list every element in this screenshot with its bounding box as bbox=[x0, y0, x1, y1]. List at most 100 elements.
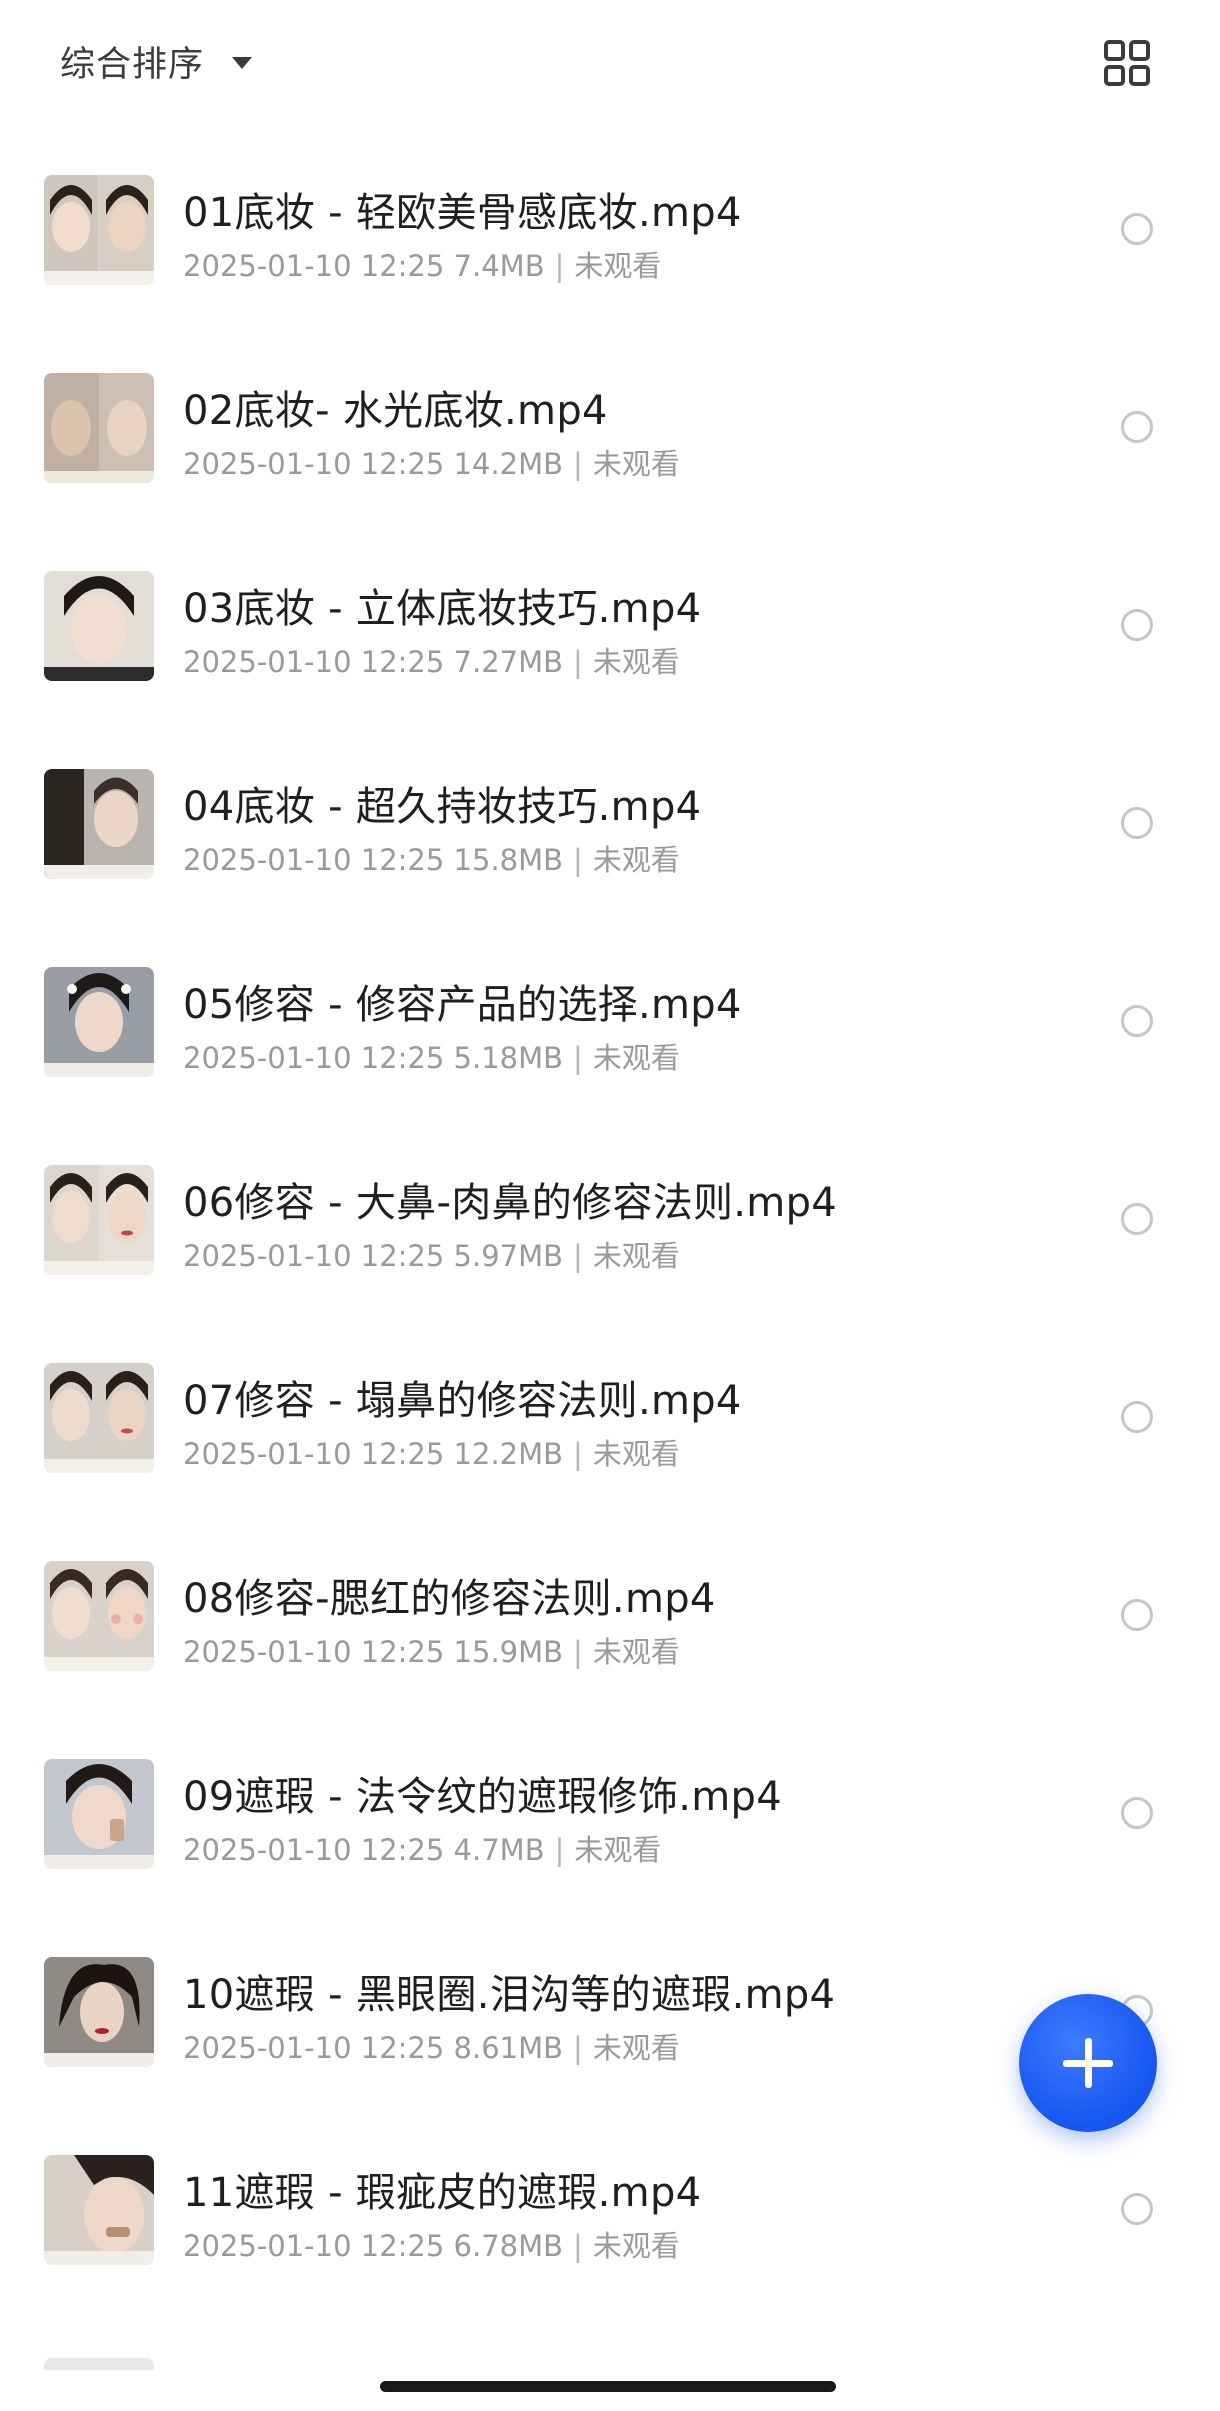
meta-divider: | bbox=[573, 1239, 583, 1273]
file-size: 7.27MB bbox=[453, 645, 564, 679]
video-thumbnail bbox=[44, 967, 154, 1077]
video-thumbnail bbox=[44, 1957, 154, 2067]
file-name: 09遮瑕 - 法令纹的遮瑕修饰.mp4 bbox=[183, 1774, 782, 1820]
meta-divider: | bbox=[573, 1041, 583, 1075]
list-item[interactable]: 08修容-腮红的修容法则.mp4 2025-01-10 12:25 15.9MB… bbox=[0, 1549, 1220, 1747]
list-item[interactable]: 04底妆 - 超久持妆技巧.mp4 2025-01-10 12:25 15.8M… bbox=[0, 757, 1220, 955]
file-date: 2025-01-10 12:25 bbox=[183, 249, 445, 283]
file-size: 15.8MB bbox=[453, 843, 564, 877]
file-meta: 2025-01-10 12:25 12.2MB | 未观看 bbox=[183, 1431, 680, 1473]
watch-status: 未观看 bbox=[592, 2229, 680, 2263]
list-item[interactable]: 11遮瑕 - 瑕疵皮的遮瑕.mp4 2025-01-10 12:25 6.78M… bbox=[0, 2143, 1220, 2341]
file-name: 10遮瑕 - 黑眼圈.泪沟等的遮瑕.mp4 bbox=[183, 1972, 836, 2018]
select-radio[interactable] bbox=[1121, 807, 1153, 839]
file-size: 14.2MB bbox=[453, 447, 564, 481]
meta-divider: | bbox=[554, 1833, 565, 1867]
caret-down-icon bbox=[232, 57, 253, 69]
file-size: 4.7MB bbox=[453, 1833, 545, 1867]
meta-divider: | bbox=[573, 645, 583, 679]
file-date: 2025-01-10 12:25 bbox=[183, 1239, 445, 1273]
file-name: 05修容 - 修容产品的选择.mp4 bbox=[183, 982, 742, 1028]
video-thumbnail bbox=[44, 769, 154, 879]
video-thumbnail bbox=[44, 373, 154, 483]
file-meta: 2025-01-10 12:25 15.8MB | 未观看 bbox=[183, 837, 680, 879]
file-meta: 2025-01-10 12:25 8.61MB | 未观看 bbox=[183, 2025, 680, 2067]
watch-status: 未观看 bbox=[592, 2031, 680, 2065]
select-radio[interactable] bbox=[1121, 2193, 1153, 2225]
list-item[interactable]: 09遮瑕 - 法令纹的遮瑕修饰.mp4 2025-01-10 12:25 4.7… bbox=[0, 1747, 1220, 1945]
list-item[interactable]: 05修容 - 修容产品的选择.mp4 2025-01-10 12:25 5.18… bbox=[0, 955, 1220, 1153]
meta-divider: | bbox=[573, 447, 583, 481]
file-date: 2025-01-10 12:25 bbox=[183, 2031, 445, 2065]
watch-status: 未观看 bbox=[592, 843, 680, 877]
file-meta: 2025-01-10 12:25 14.2MB | 未观看 bbox=[183, 441, 680, 483]
file-size: 8.61MB bbox=[453, 2031, 564, 2065]
list-item[interactable]: 03底妆 - 立体底妆技巧.mp4 2025-01-10 12:25 7.27M… bbox=[0, 559, 1220, 757]
select-radio[interactable] bbox=[1121, 1203, 1153, 1235]
file-size: 7.4MB bbox=[453, 249, 545, 283]
list-item[interactable]: 02底妆- 水光底妆.mp4 2025-01-10 12:25 14.2MB | 未… bbox=[0, 361, 1220, 559]
file-date: 2025-01-10 12:25 bbox=[183, 1041, 445, 1075]
top-bar: 综合排序 bbox=[0, 0, 1220, 120]
watch-status: 未观看 bbox=[592, 1437, 680, 1471]
watch-status: 未观看 bbox=[592, 645, 680, 679]
file-name: 11遮瑕 - 瑕疵皮的遮瑕.mp4 bbox=[183, 2170, 702, 2216]
list-item[interactable]: 01底妆 - 轻欧美骨感底妆.mp4 2025-01-10 12:25 7.4M… bbox=[0, 163, 1220, 361]
home-indicator[interactable] bbox=[380, 2381, 836, 2392]
video-thumbnail bbox=[44, 1561, 154, 1671]
file-meta: 2025-01-10 12:25 5.97MB | 未观看 bbox=[183, 1233, 680, 1275]
select-radio[interactable] bbox=[1121, 213, 1153, 245]
list-item[interactable]: 06修容 - 大鼻-肉鼻的修容法则.mp4 2025-01-10 12:25 5… bbox=[0, 1153, 1220, 1351]
file-meta: 2025-01-10 12:25 6.78MB | 未观看 bbox=[183, 2223, 680, 2265]
sort-dropdown-button[interactable]: 综合排序 bbox=[60, 36, 253, 86]
file-size: 5.97MB bbox=[453, 1239, 564, 1273]
watch-status: 未观看 bbox=[574, 249, 662, 283]
file-date: 2025-01-10 12:25 bbox=[183, 447, 445, 481]
file-size: 5.18MB bbox=[453, 1041, 564, 1075]
list-item[interactable]: 07修容 - 塌鼻的修容法则.mp4 2025-01-10 12:25 12.2… bbox=[0, 1351, 1220, 1549]
video-thumbnail bbox=[44, 571, 154, 681]
select-radio[interactable] bbox=[1121, 1401, 1153, 1433]
file-meta: 2025-01-10 12:25 4.7MB | 未观看 bbox=[183, 1827, 661, 1869]
meta-divider: | bbox=[573, 2031, 583, 2065]
watch-status: 未观看 bbox=[574, 1833, 662, 1867]
watch-status: 未观看 bbox=[592, 1635, 680, 1669]
file-date: 2025-01-10 12:25 bbox=[183, 843, 445, 877]
file-name: 08修容-腮红的修容法则.mp4 bbox=[183, 1576, 716, 1622]
file-meta: 2025-01-10 12:25 7.4MB | 未观看 bbox=[183, 243, 661, 285]
meta-divider: | bbox=[573, 1437, 583, 1471]
file-size: 6.78MB bbox=[453, 2229, 564, 2263]
meta-divider: | bbox=[573, 843, 583, 877]
file-date: 2025-01-10 12:25 bbox=[183, 1635, 445, 1669]
select-radio[interactable] bbox=[1121, 1797, 1153, 1829]
file-date: 2025-01-10 12:25 bbox=[183, 2229, 445, 2263]
file-name: 04底妆 - 超久持妆技巧.mp4 bbox=[183, 784, 702, 830]
grid-view-icon[interactable] bbox=[1104, 40, 1150, 86]
watch-status: 未观看 bbox=[592, 1041, 680, 1075]
file-meta: 2025-01-10 12:25 5.18MB | 未观看 bbox=[183, 1035, 680, 1077]
file-meta: 2025-01-10 12:25 7.27MB | 未观看 bbox=[183, 639, 680, 681]
select-radio[interactable] bbox=[1121, 411, 1153, 443]
meta-divider: | bbox=[573, 1635, 583, 1669]
file-meta: 2025-01-10 12:25 15.9MB | 未观看 bbox=[183, 1629, 680, 1671]
select-radio[interactable] bbox=[1121, 609, 1153, 641]
file-name: 01底妆 - 轻欧美骨感底妆.mp4 bbox=[183, 190, 742, 236]
video-thumbnail bbox=[44, 1165, 154, 1275]
watch-status: 未观看 bbox=[592, 1239, 680, 1273]
video-thumbnail bbox=[44, 1759, 154, 1869]
watch-status: 未观看 bbox=[592, 447, 680, 481]
file-name: 06修容 - 大鼻-肉鼻的修容法则.mp4 bbox=[183, 1180, 838, 1226]
select-radio[interactable] bbox=[1121, 1599, 1153, 1631]
file-date: 2025-01-10 12:25 bbox=[183, 1437, 445, 1471]
add-button[interactable] bbox=[1019, 1994, 1157, 2132]
meta-divider: | bbox=[573, 2229, 583, 2263]
file-size: 15.9MB bbox=[453, 1635, 564, 1669]
next-item-thumbnail-partial bbox=[44, 2358, 154, 2370]
video-thumbnail bbox=[44, 1363, 154, 1473]
file-name: 07修容 - 塌鼻的修容法则.mp4 bbox=[183, 1378, 742, 1424]
video-thumbnail bbox=[44, 175, 154, 285]
video-thumbnail bbox=[44, 2155, 154, 2265]
select-radio[interactable] bbox=[1121, 1005, 1153, 1037]
file-date: 2025-01-10 12:25 bbox=[183, 645, 445, 679]
file-date: 2025-01-10 12:25 bbox=[183, 1833, 445, 1867]
